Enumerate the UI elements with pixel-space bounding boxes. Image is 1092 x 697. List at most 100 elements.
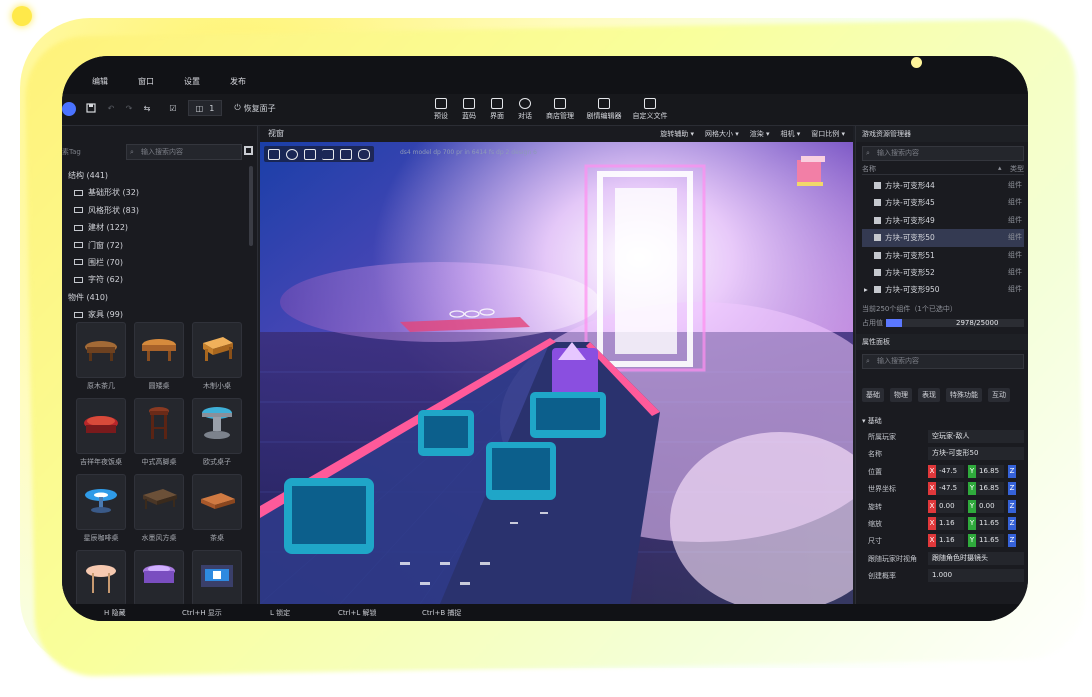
tool-dialog[interactable]: 对话 bbox=[510, 98, 540, 121]
tree-item[interactable]: 家具 (99) bbox=[68, 306, 252, 323]
y-axis-icon: Y bbox=[968, 464, 976, 478]
asset-card[interactable]: 中式高脚桌 bbox=[134, 398, 184, 470]
asset-card[interactable]: 欧式桌子 bbox=[192, 398, 242, 470]
tool-ui[interactable]: 界面 bbox=[482, 98, 512, 121]
move-tool-icon[interactable] bbox=[268, 148, 280, 160]
props-search-input[interactable]: ⌕ 输入搜索内容 bbox=[862, 354, 1024, 369]
history-icon[interactable]: ⇆ bbox=[140, 100, 154, 116]
view-cube-icon[interactable] bbox=[797, 156, 825, 186]
tab-physics[interactable]: 物理 bbox=[890, 388, 912, 402]
category-tree: 结构 (441) 基础形状 (32) 风格形状 (83) 建材 (122) 门窗… bbox=[68, 167, 252, 324]
y-axis-icon: Y bbox=[968, 516, 976, 530]
asset-card[interactable]: 原木茶几 bbox=[76, 322, 126, 394]
y-axis-icon: Y bbox=[968, 499, 976, 513]
tab-appearance[interactable]: 表现 bbox=[918, 388, 940, 402]
x-value[interactable]: -47.5 bbox=[936, 482, 964, 496]
asset-card[interactable]: 茶桌 bbox=[192, 474, 242, 546]
y-value[interactable]: 11.65 bbox=[976, 534, 1004, 548]
asset-card[interactable]: 圆矮桌 bbox=[134, 322, 184, 394]
asset-search-input[interactable]: ⌕ 输入搜索内容 bbox=[126, 144, 242, 160]
menu-settings[interactable]: 设置 bbox=[184, 76, 200, 87]
table-row[interactable]: 方块-可变形44 组件 bbox=[862, 177, 1024, 194]
table-row[interactable]: 方块-可变形45 组件 bbox=[862, 194, 1024, 211]
block-icon bbox=[874, 286, 881, 294]
menu-window[interactable]: 窗口 bbox=[138, 76, 154, 87]
grid-size-dropdown[interactable]: 网格大小 ▾ bbox=[705, 126, 739, 142]
sort-icon[interactable]: ▴ bbox=[998, 164, 1002, 172]
save-icon[interactable] bbox=[84, 100, 98, 116]
asset-label: 吉祥年夜饭桌 bbox=[80, 458, 122, 466]
table-row[interactable]: 方块-可变形49 组件 bbox=[862, 212, 1024, 229]
x-value[interactable]: 1.16 bbox=[936, 534, 964, 548]
tree-item[interactable]: 结构 (441) bbox=[68, 167, 252, 184]
tree-item[interactable]: 围栏 (70) bbox=[68, 254, 252, 271]
tool-preset[interactable]: 预设 bbox=[426, 98, 456, 121]
vector-input[interactable]: X 1.16 Y 11.65 Z bbox=[928, 534, 1016, 548]
table-row[interactable]: 方块-可变形52 组件 bbox=[862, 264, 1024, 281]
grid-view-icon[interactable] bbox=[244, 146, 253, 155]
link-tool-icon[interactable] bbox=[358, 148, 370, 160]
vector-input[interactable]: X 0.00 Y 0.00 Z bbox=[928, 499, 1016, 513]
rotate-assist-dropdown[interactable]: 旋转辅助 ▾ bbox=[660, 126, 694, 142]
tree-item[interactable]: 风格形状 (83) bbox=[68, 202, 252, 219]
col-type[interactable]: 类型 bbox=[1010, 164, 1024, 174]
x-value[interactable]: 1.16 bbox=[936, 516, 964, 530]
y-value[interactable]: 0.00 bbox=[976, 499, 1004, 513]
undo-icon[interactable]: ↶ bbox=[104, 100, 118, 116]
tab-basic[interactable]: 基础 bbox=[862, 388, 884, 402]
align-tool-icon[interactable] bbox=[322, 148, 334, 160]
tree-label: 物件 (410) bbox=[68, 292, 109, 302]
asset-card[interactable]: 星辰咖啡桌 bbox=[76, 474, 126, 546]
vector-input[interactable]: X 1.16 Y 11.65 Z bbox=[928, 516, 1016, 530]
focus-tool-icon[interactable] bbox=[340, 148, 352, 160]
tree-item[interactable]: 门窗 (72) bbox=[68, 237, 252, 254]
asset-card[interactable]: 吉祥年夜饭桌 bbox=[76, 398, 126, 470]
tool-shop[interactable]: 商店管理 bbox=[542, 98, 578, 121]
render-dropdown[interactable]: 渲染 ▾ bbox=[750, 126, 770, 142]
tree-item[interactable]: 字符 (62) bbox=[68, 271, 252, 288]
name-input[interactable]: 方块-可变形50 bbox=[928, 447, 1024, 461]
tool-code[interactable]: 蓝码 bbox=[454, 98, 484, 121]
tree-item[interactable]: 建材 (122) bbox=[68, 219, 252, 236]
y-value[interactable]: 16.85 bbox=[976, 464, 1004, 478]
y-value[interactable]: 16.85 bbox=[976, 482, 1004, 496]
tree-item[interactable]: 基础形状 (32) bbox=[68, 184, 252, 201]
tab-interact[interactable]: 互动 bbox=[988, 388, 1010, 402]
tree-item[interactable]: 物件 (410) bbox=[68, 289, 252, 306]
prop-label: 缩放 bbox=[868, 519, 882, 528]
counter-stepper[interactable]: ◫ 1 bbox=[188, 100, 222, 116]
section-basic[interactable]: ▾ 基础 bbox=[862, 416, 1024, 428]
x-value[interactable]: -47.5 bbox=[936, 464, 964, 478]
tool-custom-file[interactable]: 自定义文件 bbox=[628, 98, 672, 121]
owner-select[interactable]: 空玩家-敌人 bbox=[928, 430, 1024, 443]
reset-button[interactable]: ⏻ 恢复面子 bbox=[232, 100, 278, 116]
redo-icon[interactable]: ↷ bbox=[122, 100, 136, 116]
probability-input[interactable]: 1.000 bbox=[928, 569, 1024, 583]
table-row[interactable]: ▸ 方块-可变形950 组件 bbox=[862, 281, 1024, 298]
asset-card[interactable]: 水墨风方桌 bbox=[134, 474, 184, 546]
rotate-tool-icon[interactable] bbox=[286, 148, 298, 160]
camera-dropdown[interactable]: 相机 ▾ bbox=[781, 126, 801, 142]
aspect-dropdown[interactable]: 窗口比例 ▾ bbox=[811, 126, 845, 142]
usage-fill bbox=[886, 319, 903, 327]
table-row-selected[interactable]: 方块-可变形50 组件 bbox=[862, 229, 1024, 247]
scale-tool-icon[interactable] bbox=[304, 148, 316, 160]
expand-icon[interactable]: ▸ bbox=[864, 281, 868, 298]
tool-story[interactable]: 剧情编辑器 bbox=[584, 98, 624, 121]
checkbox-icon[interactable]: ☑ bbox=[166, 100, 180, 116]
table-row[interactable]: 方块-可变形51 组件 bbox=[862, 247, 1024, 264]
follow-select[interactable]: 跟随角色时摄镜头 bbox=[928, 551, 1024, 565]
explorer-search-input[interactable]: ⌕ 输入搜索内容 bbox=[862, 146, 1024, 161]
col-name[interactable]: 名称 bbox=[862, 164, 876, 174]
tab-special[interactable]: 特殊功能 bbox=[946, 388, 982, 402]
vector-input[interactable]: X -47.5 Y 16.85 Z bbox=[928, 464, 1016, 478]
menu-edit[interactable]: 编辑 bbox=[92, 76, 108, 87]
y-value[interactable]: 11.65 bbox=[976, 516, 1004, 530]
vector-input[interactable]: X -47.5 Y 16.85 Z bbox=[928, 482, 1016, 496]
menu-publish[interactable]: 发布 bbox=[230, 76, 246, 87]
asset-panel: 素Tag ⌕ 输入搜索内容 结构 (441) 基础形状 (32) 风格形状 (83… bbox=[62, 126, 258, 606]
asset-card[interactable]: 木制小桌 bbox=[192, 322, 242, 394]
x-value[interactable]: 0.00 bbox=[936, 499, 964, 513]
tag-filter[interactable]: 素Tag bbox=[62, 144, 122, 160]
scene-viewport[interactable]: 视窗 旋转辅助 ▾ 网格大小 ▾ 渲染 ▾ 相机 ▾ 窗口比例 ▾ ds4 mo… bbox=[260, 126, 853, 604]
